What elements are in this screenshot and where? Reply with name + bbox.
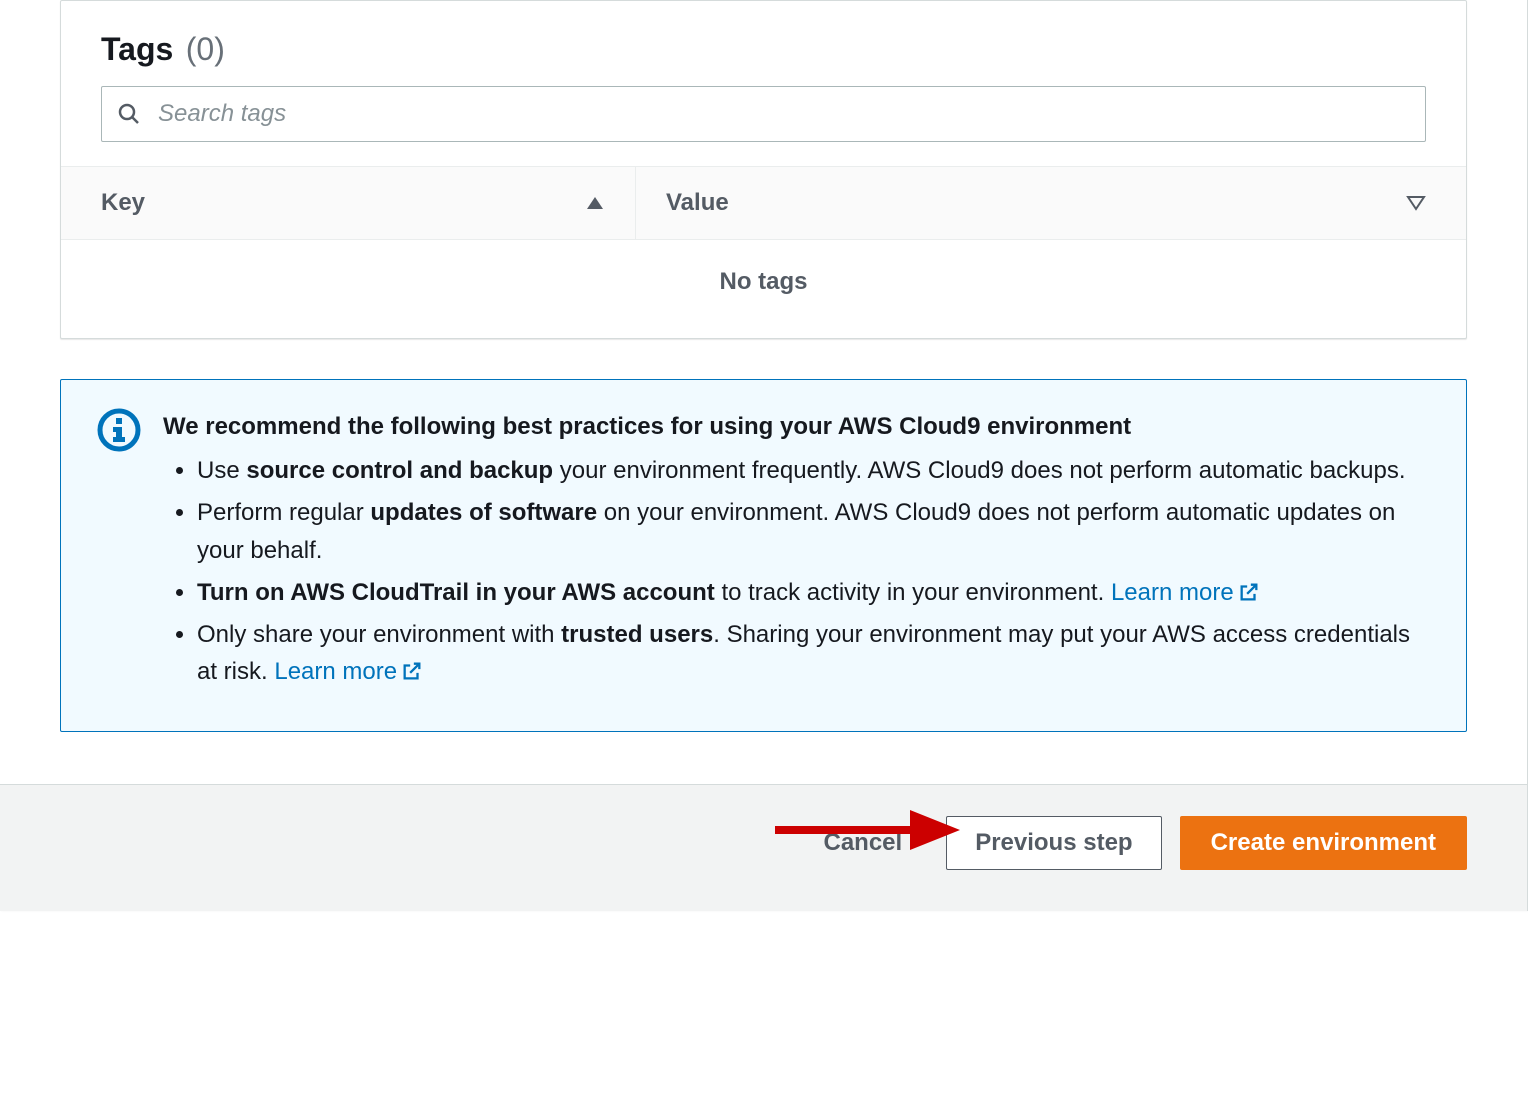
search-icon [117, 102, 141, 126]
info-list: Use source control and backup your envir… [163, 452, 1430, 691]
column-header-key[interactable]: Key [101, 167, 636, 239]
page: Tags (0) Key [0, 0, 1528, 911]
best-practices-info: We recommend the following best practice… [60, 379, 1467, 732]
column-header-value-label: Value [666, 189, 729, 217]
external-link-icon [401, 656, 423, 678]
cancel-button[interactable]: Cancel [797, 815, 928, 871]
tags-title: Tags [101, 31, 173, 67]
column-header-key-label: Key [101, 189, 145, 217]
info-content: We recommend the following best practice… [163, 408, 1430, 695]
sort-desc-icon [1406, 193, 1426, 213]
column-header-value[interactable]: Value [666, 167, 1426, 239]
tags-panel: Tags (0) Key [60, 0, 1467, 339]
info-item: Turn on AWS CloudTrail in your AWS accou… [197, 574, 1430, 612]
wizard-footer: Cancel Previous step Create environment [0, 784, 1527, 911]
search-tags-input[interactable] [101, 86, 1426, 142]
content-shell: Tags (0) Key [0, 0, 1528, 911]
tags-count: (0) [186, 31, 225, 67]
external-link-icon [1238, 577, 1260, 599]
sort-asc-icon [585, 193, 605, 213]
search-wrap [101, 86, 1426, 142]
info-item: Use source control and backup your envir… [197, 452, 1430, 490]
info-title: We recommend the following best practice… [163, 408, 1430, 446]
info-item: Perform regular updates of software on y… [197, 494, 1430, 570]
learn-more-cloudtrail-link[interactable]: Learn more [1111, 579, 1260, 606]
create-environment-button[interactable]: Create environment [1180, 816, 1467, 870]
info-item: Only share your environment with trusted… [197, 616, 1430, 692]
tags-empty-row: No tags [101, 240, 1426, 318]
tags-panel-header: Tags (0) [61, 1, 1466, 86]
previous-step-button[interactable]: Previous step [946, 816, 1161, 870]
learn-more-sharing-link[interactable]: Learn more [274, 658, 423, 685]
info-icon [97, 408, 141, 452]
tags-panel-body: Key Value No tags [61, 86, 1466, 338]
tags-table-header: Key Value [61, 166, 1466, 240]
